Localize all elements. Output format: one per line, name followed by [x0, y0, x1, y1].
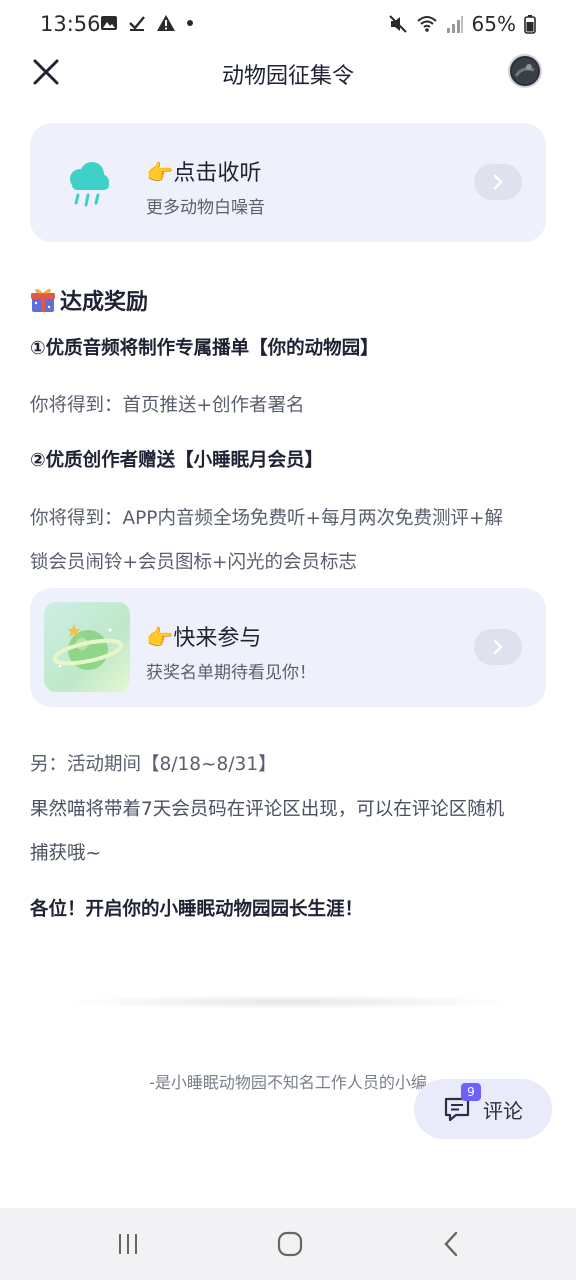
join-card[interactable]: 👉快来参与 获奖名单期待看见你！ — [30, 588, 546, 707]
reward-section-title: 达成奖励 — [30, 284, 148, 316]
comment-button[interactable]: 9 评论 — [414, 1079, 552, 1139]
system-nav-bar — [0, 1208, 576, 1280]
pointing-hand-icon: 👉 — [146, 626, 174, 651]
recent-apps-icon — [119, 1234, 137, 1254]
warning-icon — [157, 15, 175, 31]
wifi-icon — [416, 16, 437, 32]
activity-period: 另：活动期间【8/18~8/31】 — [30, 754, 277, 775]
battery-icon — [524, 15, 536, 34]
join-card-title: 👉快来参与 — [146, 620, 261, 652]
cta-text: 各位！开启你的小睡眠动物园园长生涯！ — [30, 899, 364, 920]
listen-card-title: 👉点击收听 — [146, 155, 261, 187]
listen-arrow-button[interactable] — [474, 164, 522, 200]
reward-item1-desc: 你将得到：首页推送+创作者署名 — [30, 395, 305, 416]
listen-card[interactable]: 👉点击收听 更多动物白噪音 — [30, 123, 546, 242]
recent-apps-button[interactable] — [108, 1228, 148, 1260]
mute-icon — [388, 15, 407, 33]
home-button[interactable] — [270, 1228, 310, 1260]
status-right: 65% — [388, 12, 536, 36]
comment-count-badge: 9 — [461, 1083, 481, 1101]
rain-cloud-icon — [70, 162, 109, 207]
divider — [60, 995, 516, 1009]
note-line1: 果然喵将带着7天会员码在评论区出现，可以在评论区随机 — [30, 799, 505, 820]
comment-label: 评论 — [483, 1098, 523, 1123]
planet-thumbnail — [44, 602, 130, 692]
listen-card-title-text: 点击收听 — [173, 161, 262, 186]
status-bar: 13:56 65% — [0, 0, 576, 48]
comment-icon: 9 — [443, 1083, 481, 1123]
pointing-hand-icon: 👉 — [146, 161, 174, 186]
back-button[interactable] — [432, 1228, 472, 1260]
page-title: 动物园征集令 — [221, 64, 354, 89]
gift-icon — [31, 288, 55, 312]
join-card-title-text: 快来参与 — [173, 626, 262, 651]
status-left-icons — [100, 14, 194, 32]
home-icon — [277, 1231, 303, 1257]
battery-percent: 65% — [471, 12, 516, 36]
reward-title-text: 达成奖励 — [60, 290, 149, 315]
avatar[interactable] — [508, 54, 542, 88]
status-time: 13:56 — [40, 12, 101, 36]
dot-icon — [187, 20, 193, 26]
reward-item2-desc-line1: 你将得到：APP内音频全场免费听+每月两次免费测评+解 — [30, 508, 503, 529]
image-icon — [101, 16, 117, 30]
join-arrow-button[interactable] — [474, 629, 522, 665]
chevron-right-icon — [493, 174, 503, 190]
check-icon — [129, 16, 145, 31]
join-card-subtitle: 获奖名单期待看见你！ — [146, 663, 316, 683]
reward-item1-title: ①优质音频将制作专属播单【你的动物园】 — [30, 338, 379, 359]
note-line2: 捕获哦~ — [30, 843, 102, 864]
back-icon — [444, 1231, 458, 1257]
signal-icon — [446, 16, 463, 33]
reward-item2-desc-line2: 锁会员闹铃+会员图标+闪光的会员标志 — [30, 552, 358, 573]
reward-item2-title: ②优质创作者赠送【小睡眠月会员】 — [30, 450, 324, 471]
listen-card-subtitle: 更多动物白噪音 — [146, 198, 265, 218]
title-bar: 动物园征集令 — [0, 48, 576, 100]
chevron-right-icon — [493, 639, 503, 655]
